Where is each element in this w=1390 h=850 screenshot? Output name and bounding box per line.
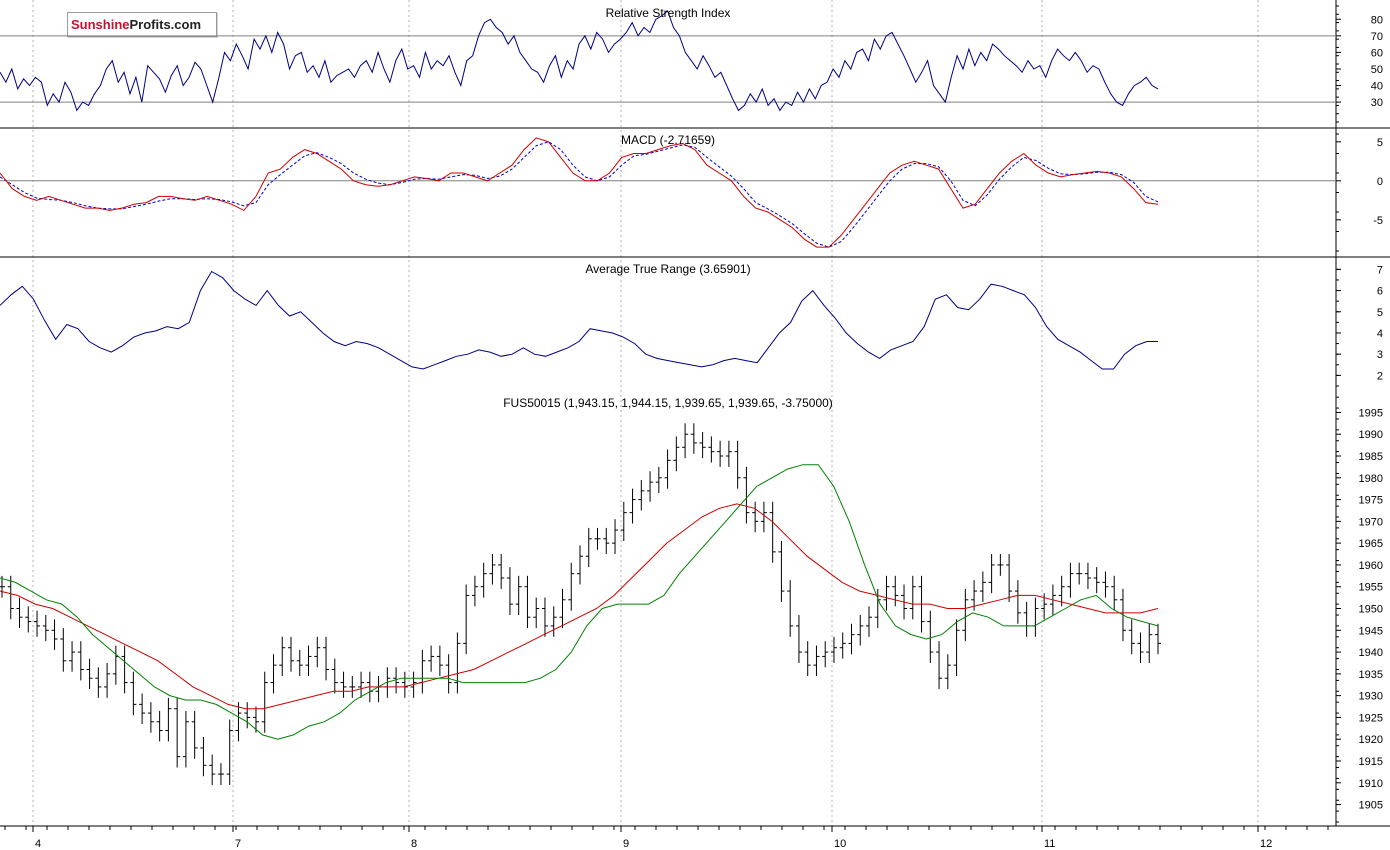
slow-moving-average-line (0, 503, 1159, 710)
y-tick-label: 1955 (1359, 582, 1383, 594)
y-tick-label: 0 (1377, 176, 1383, 188)
x-tick-label: 11 (1044, 838, 1055, 850)
y-tick-label: 1995 (1359, 407, 1383, 419)
y-tick-label: 1965 (1359, 538, 1383, 550)
y-tick-label: 1905 (1359, 800, 1383, 812)
y-tick-label: 1970 (1359, 516, 1383, 528)
y-tick-label: 1910 (1359, 778, 1383, 790)
y-tick-label: 1975 (1359, 495, 1383, 507)
y-tick-label: 60 (1371, 47, 1383, 59)
x-tick-label: 12 (1260, 838, 1272, 850)
y-tick-label: 1950 (1359, 604, 1383, 616)
chart-stage: SunshineProfits.com 30 40 50 60 70 80 Relative… (0, 0, 1390, 850)
y-tick-label: 70 (1371, 31, 1383, 43)
y-tick-label: 3 (1377, 349, 1383, 361)
y-tick-label: 30 (1371, 97, 1383, 109)
y-tick-label: 1920 (1359, 734, 1383, 746)
y-tick-label: 1960 (1359, 560, 1383, 572)
y-tick-label: 6 (1377, 286, 1383, 298)
atr-line (0, 270, 1158, 370)
y-tick-label: -5 (1373, 215, 1383, 227)
fast-moving-average-line (0, 464, 1159, 740)
rsi-title: Relative Strength Index (606, 6, 731, 20)
y-tick-label: 50 (1371, 64, 1383, 76)
x-tick-label: 10 (834, 838, 846, 850)
x-tick-label: 7 (235, 838, 241, 850)
y-tick-label: 40 (1371, 81, 1383, 93)
y-tick-label: 80 (1371, 14, 1383, 26)
y-tick-label: 1985 (1359, 451, 1383, 463)
rsi-line (0, 10, 1159, 112)
y-tick-label: 1935 (1359, 669, 1383, 681)
y-tick-label: 7 (1377, 264, 1383, 276)
macd-title: MACD (-2.71659) (621, 133, 715, 147)
y-tick-label: 1925 (1359, 712, 1383, 724)
y-tick-label: 1990 (1359, 429, 1383, 441)
y-tick-label: 5 (1377, 307, 1383, 319)
macd-signal-line (0, 141, 1159, 248)
x-tick-label: 8 (411, 838, 417, 850)
x-tick-label: 4 (35, 838, 41, 850)
y-tick-label: 2 (1377, 370, 1383, 382)
y-tick-label: 5 (1377, 137, 1383, 149)
y-tick-label: 1945 (1359, 625, 1383, 637)
x-tick-label: 9 (623, 838, 629, 850)
y-tick-label: 4 (1377, 328, 1383, 340)
macd-line (0, 137, 1159, 248)
price-title: FUS50015 (1,943.15, 1,944.15, 1,939.65, … (503, 396, 833, 410)
stock-chart-svg: 304050607080Relative Strength Index50-5M… (0, 0, 1390, 850)
atr-title: Average True Range (3.65901) (585, 262, 750, 276)
y-tick-label: 1940 (1359, 647, 1383, 659)
y-tick-label: 1980 (1359, 473, 1383, 485)
y-tick-label: 1930 (1359, 691, 1383, 703)
y-tick-label: 1915 (1359, 756, 1383, 768)
